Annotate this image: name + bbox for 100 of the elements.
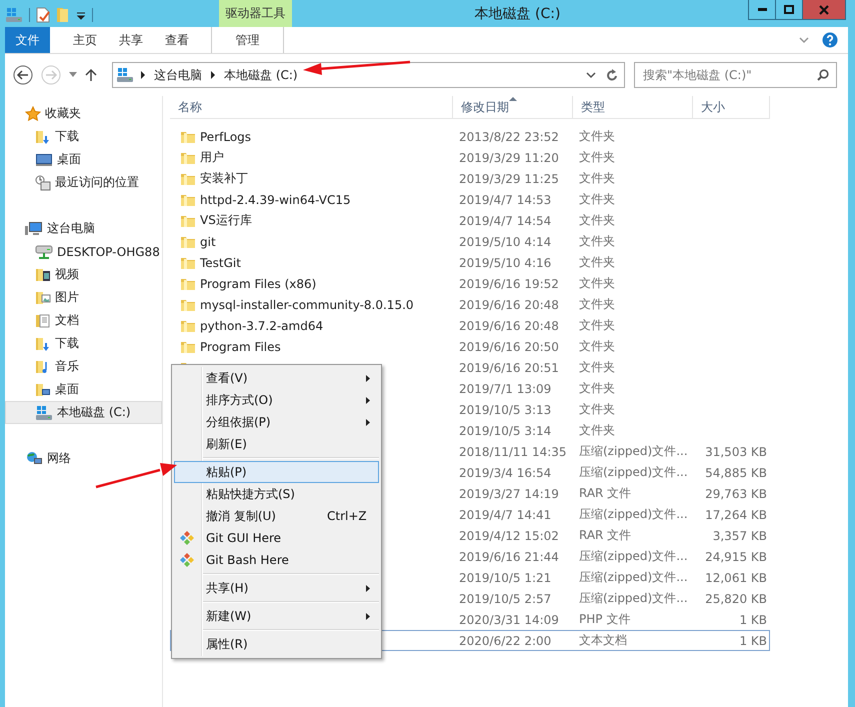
nav-group-label[interactable]: 收藏夹 xyxy=(45,105,81,122)
menu-item[interactable]: 粘贴(P) xyxy=(174,461,379,483)
nav-group-label[interactable]: 这台电脑 xyxy=(47,220,95,237)
type-cell-text: 压缩(zipped)文件... xyxy=(578,464,689,481)
type-cell-text: 文件夹 xyxy=(578,254,616,271)
date-cell-text: 2019/3/29 11:20 xyxy=(458,150,560,164)
recent-places-icon xyxy=(35,174,51,190)
size-cell-text: 29,763 KB xyxy=(704,486,768,500)
file-name[interactable]: Program Files (x86) xyxy=(200,276,316,290)
breadcrumb-arrow-icon xyxy=(140,71,146,79)
type-cell-text: 文件夹 xyxy=(578,212,616,229)
menu-item[interactable]: Git Bash Here xyxy=(174,549,379,571)
type-cell-text: 压缩(zipped)文件... xyxy=(578,590,689,607)
file-name[interactable]: python-3.7.2-amd64 xyxy=(200,318,324,332)
ribbon-tab[interactable]: 管理 xyxy=(211,27,284,53)
type-cell-text: 文件夹 xyxy=(578,128,616,145)
date-cell-text: 2019/10/5 1:21 xyxy=(458,570,552,584)
picture-folder-icon xyxy=(35,290,51,306)
menu-item-label: 撤消 复制(U) xyxy=(206,508,276,524)
context-tab-header: 驱动器工具 xyxy=(219,0,292,27)
breadcrumb-arrow-icon xyxy=(210,71,216,79)
menu-item[interactable]: 粘贴快捷方式(S) xyxy=(174,483,379,505)
window-title: 本地磁盘 (C:) xyxy=(474,6,560,22)
breadcrumb-item[interactable]: 这台电脑 xyxy=(152,66,204,84)
network-drive-icon xyxy=(35,244,53,260)
nav-item[interactable]: 桌面 xyxy=(55,381,79,398)
nav-item[interactable]: 音乐 xyxy=(55,358,79,375)
menu-item[interactable]: 新建(W) xyxy=(174,605,379,627)
file-name[interactable]: Program Files xyxy=(200,340,281,354)
file-name[interactable]: TestGit xyxy=(200,256,241,270)
close-button[interactable] xyxy=(802,0,846,20)
back-icon[interactable] xyxy=(13,65,33,85)
type-cell-text: 压缩(zipped)文件... xyxy=(578,569,689,586)
download-folder-icon xyxy=(35,128,51,144)
file-name[interactable]: httpd-2.4.39-win64-VC15 xyxy=(200,192,351,206)
column-header[interactable]: 名称 xyxy=(170,96,453,118)
date-cell-text: 2019/3/4 16:54 xyxy=(458,466,552,480)
menu-item[interactable]: 共享(H) xyxy=(174,577,379,599)
nav-item[interactable]: 下载 xyxy=(55,128,79,145)
date-cell-text: 2020/6/22 2:00 xyxy=(458,634,552,648)
nav-item[interactable]: 文档 xyxy=(55,312,79,329)
file-name[interactable]: PerfLogs xyxy=(200,130,252,144)
document-check-icon[interactable] xyxy=(36,7,50,23)
chevron-down-icon[interactable] xyxy=(586,71,596,79)
file-name[interactable]: git xyxy=(200,234,216,248)
column-header[interactable]: 大小 xyxy=(693,96,770,118)
download-folder-icon xyxy=(35,336,51,352)
menu-item[interactable]: 查看(V) xyxy=(174,367,379,389)
ribbon-tab[interactable]: 主页 xyxy=(62,27,108,53)
nav-item[interactable]: DESKTOP-OHG88 xyxy=(57,244,160,258)
search-icon[interactable] xyxy=(817,69,829,81)
menu-item[interactable]: 刷新(E) xyxy=(174,433,379,455)
diamond-icon xyxy=(179,530,195,546)
file-name[interactable]: 安装补丁 xyxy=(200,170,248,187)
drive-icon xyxy=(5,7,23,23)
up-arrow-icon[interactable] xyxy=(85,68,97,82)
type-cell-text: 文本文档 xyxy=(578,632,628,649)
size-cell-text: 12,061 KB xyxy=(704,570,768,584)
refresh-icon[interactable] xyxy=(606,68,618,82)
nav-item[interactable]: 视频 xyxy=(55,266,79,283)
nav-item[interactable]: 最近访问的位置 xyxy=(55,174,139,191)
ribbon-tab[interactable]: 共享 xyxy=(108,27,154,53)
minimize-icon xyxy=(758,8,766,11)
help-icon[interactable] xyxy=(822,32,838,48)
size-cell-text: 31,503 KB xyxy=(704,444,768,458)
nav-item-highlight[interactable]: 本地磁盘 (C:) xyxy=(5,401,162,424)
menu-item[interactable]: 撤消 复制(U) Ctrl+Z xyxy=(174,505,379,527)
date-cell-text: 2019/7/1 13:09 xyxy=(458,382,552,396)
size-cell-text: 1 KB xyxy=(738,612,768,626)
menu-item[interactable]: 排序方式(O) xyxy=(174,389,379,411)
column-header[interactable]: 类型 xyxy=(573,96,693,118)
nav-item[interactable]: 下载 xyxy=(55,335,79,352)
menu-item[interactable]: 分组依据(P) xyxy=(174,411,379,433)
close-icon xyxy=(819,4,829,14)
ribbon-tab[interactable]: 查看 xyxy=(154,27,200,53)
menu-item[interactable]: Git GUI Here xyxy=(174,527,379,549)
file-name[interactable]: mysql-installer-community-8.0.15.0 xyxy=(200,298,414,312)
date-cell-text: 2020/3/31 14:09 xyxy=(458,612,560,626)
column-header[interactable]: 修改日期 xyxy=(453,96,573,118)
date-cell-text: 2019/3/27 14:19 xyxy=(458,486,560,500)
size-cell-text: 24,915 KB xyxy=(704,550,768,564)
document-folder-icon xyxy=(35,312,51,328)
date-cell-text: 2019/6/16 20:48 xyxy=(458,318,560,332)
date-cell-text: 2019/4/7 14:54 xyxy=(458,214,552,228)
type-cell-text: 文件夹 xyxy=(578,317,616,334)
minimize-button[interactable] xyxy=(748,0,776,20)
date-cell-text: 2019/6/16 19:52 xyxy=(458,276,560,290)
nav-item[interactable]: 图片 xyxy=(55,289,79,306)
monitor-icon xyxy=(35,152,53,168)
nav-item[interactable]: 本地磁盘 (C:) xyxy=(57,404,131,421)
nav-group-label[interactable]: 网络 xyxy=(47,450,71,467)
search-field[interactable]: 搜索"本地磁盘 (C:)" xyxy=(634,62,837,88)
file-tab[interactable]: 文件 xyxy=(5,27,50,53)
date-cell-text: 2019/4/12 15:02 xyxy=(458,528,560,542)
type-cell-text: 文件夹 xyxy=(578,191,616,208)
file-name[interactable]: 用户 xyxy=(200,149,224,166)
nav-item[interactable]: 桌面 xyxy=(57,151,81,168)
type-cell-text: 文件夹 xyxy=(578,233,616,250)
breadcrumb-item[interactable]: 本地磁盘 (C:) xyxy=(222,66,300,84)
file-name[interactable]: VS运行库 xyxy=(200,212,252,229)
